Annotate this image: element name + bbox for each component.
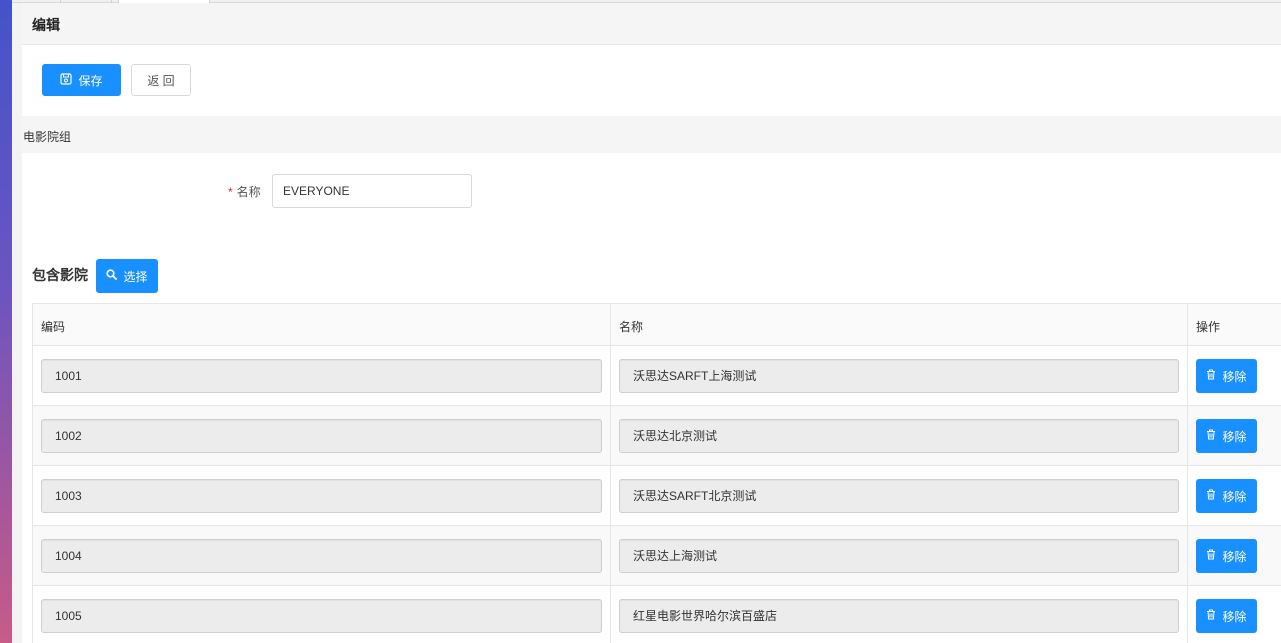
column-header-actions: 操作 — [1188, 304, 1281, 345]
action-cell: 移除 — [1188, 466, 1281, 525]
code-cell: 1002 — [33, 406, 611, 465]
code-cell: 1005 — [33, 586, 611, 643]
back-button[interactable]: 返 回 — [131, 64, 191, 96]
name-readonly-field: 沃思达北京测试 — [619, 419, 1179, 453]
page-title: 编辑 — [32, 17, 60, 33]
remove-button[interactable]: 移除 — [1196, 359, 1257, 393]
toolbar: 保存 返 回 — [22, 53, 1281, 115]
column-header-code-text: 编码 — [41, 320, 66, 334]
name-form-row: * 名称 — [22, 173, 1281, 209]
table-row: 1003 沃思达SARFT北京测试 移除 — [33, 466, 1281, 526]
select-cinemas-button[interactable]: 选择 — [96, 259, 158, 293]
action-cell: 移除 — [1188, 526, 1281, 585]
table-row: 1002 沃思达北京测试 移除 — [33, 406, 1281, 466]
column-header-actions-text: 操作 — [1196, 320, 1221, 334]
name-cell: 沃思达上海测试 — [611, 526, 1188, 585]
code-readonly-field: 1002 — [41, 419, 602, 453]
trash-icon — [1206, 609, 1216, 623]
name-cell: 红星电影世界哈尔滨百盛店 — [611, 586, 1188, 643]
code-readonly-field: 1004 — [41, 539, 602, 573]
search-icon — [106, 269, 118, 283]
remove-button-label: 移除 — [1222, 549, 1247, 564]
included-cinemas-title: 包含影院 — [32, 267, 88, 283]
action-cell: 移除 — [1188, 346, 1281, 405]
code-cell: 1003 — [33, 466, 611, 525]
section-header: 电影院组 — [22, 116, 1281, 153]
column-header-code: 编码 — [33, 304, 611, 345]
table-row: 1001 沃思达SARFT上海测试 移除 — [33, 346, 1281, 406]
trash-icon — [1206, 489, 1216, 503]
action-cell: 移除 — [1188, 586, 1281, 643]
left-gutter — [12, 0, 22, 643]
code-cell: 1004 — [33, 526, 611, 585]
code-cell: 1001 — [33, 346, 611, 405]
name-input[interactable] — [272, 174, 472, 208]
edit-header: 编辑 — [22, 3, 1281, 45]
name-label: * 名称 — [228, 183, 261, 200]
remove-button-label: 移除 — [1222, 369, 1247, 384]
main-content: 编辑 保存 返 回 电影院组 *名称 包含影院 — [22, 3, 1281, 643]
name-readonly-field: 红星电影世界哈尔滨百盛店 — [619, 599, 1179, 633]
save-button-label: 保存 — [78, 73, 103, 88]
action-cell: 移除 — [1188, 406, 1281, 465]
table-header-row: 编码 名称 操作 — [33, 304, 1281, 346]
code-readonly-field: 1001 — [41, 359, 602, 393]
name-readonly-field: 沃思达SARFT上海测试 — [619, 359, 1179, 393]
section-title: 电影院组 — [23, 130, 72, 144]
name-readonly-field: 沃思达SARFT北京测试 — [619, 479, 1179, 513]
name-readonly-field: 沃思达上海测试 — [619, 539, 1179, 573]
name-cell: 沃思达SARFT上海测试 — [611, 346, 1188, 405]
back-button-label: 返 回 — [147, 73, 175, 88]
trash-icon — [1206, 429, 1216, 443]
remove-button-label: 移除 — [1222, 489, 1247, 504]
remove-button-label: 移除 — [1222, 429, 1247, 444]
select-button-label: 选择 — [123, 269, 148, 284]
column-header-name-text: 名称 — [619, 320, 644, 334]
trash-icon — [1206, 369, 1216, 383]
remove-button[interactable]: 移除 — [1196, 539, 1257, 573]
name-label-text: 名称 — [236, 185, 261, 199]
remove-button[interactable]: 移除 — [1196, 479, 1257, 513]
trash-icon — [1206, 549, 1216, 563]
window-edge-gradient — [0, 0, 12, 643]
save-button[interactable]: 保存 — [42, 64, 121, 96]
remove-button-label: 移除 — [1222, 609, 1247, 624]
table-row: 1004 沃思达上海测试 移除 — [33, 526, 1281, 586]
column-header-name: 名称 — [611, 304, 1188, 345]
table-row: 1005 红星电影世界哈尔滨百盛店 移除 — [33, 586, 1281, 643]
code-readonly-field: 1003 — [41, 479, 602, 513]
cinema-table: 编码 名称 操作 1001 沃思达SARFT上海测试 移除 1002 沃思达北京… — [32, 303, 1281, 643]
required-mark: * — [228, 185, 233, 199]
save-icon — [60, 72, 73, 88]
code-readonly-field: 1005 — [41, 599, 602, 633]
name-cell: 沃思达北京测试 — [611, 406, 1188, 465]
remove-button[interactable]: 移除 — [1196, 419, 1257, 453]
remove-button[interactable]: 移除 — [1196, 599, 1257, 633]
name-cell: 沃思达SARFT北京测试 — [611, 466, 1188, 525]
